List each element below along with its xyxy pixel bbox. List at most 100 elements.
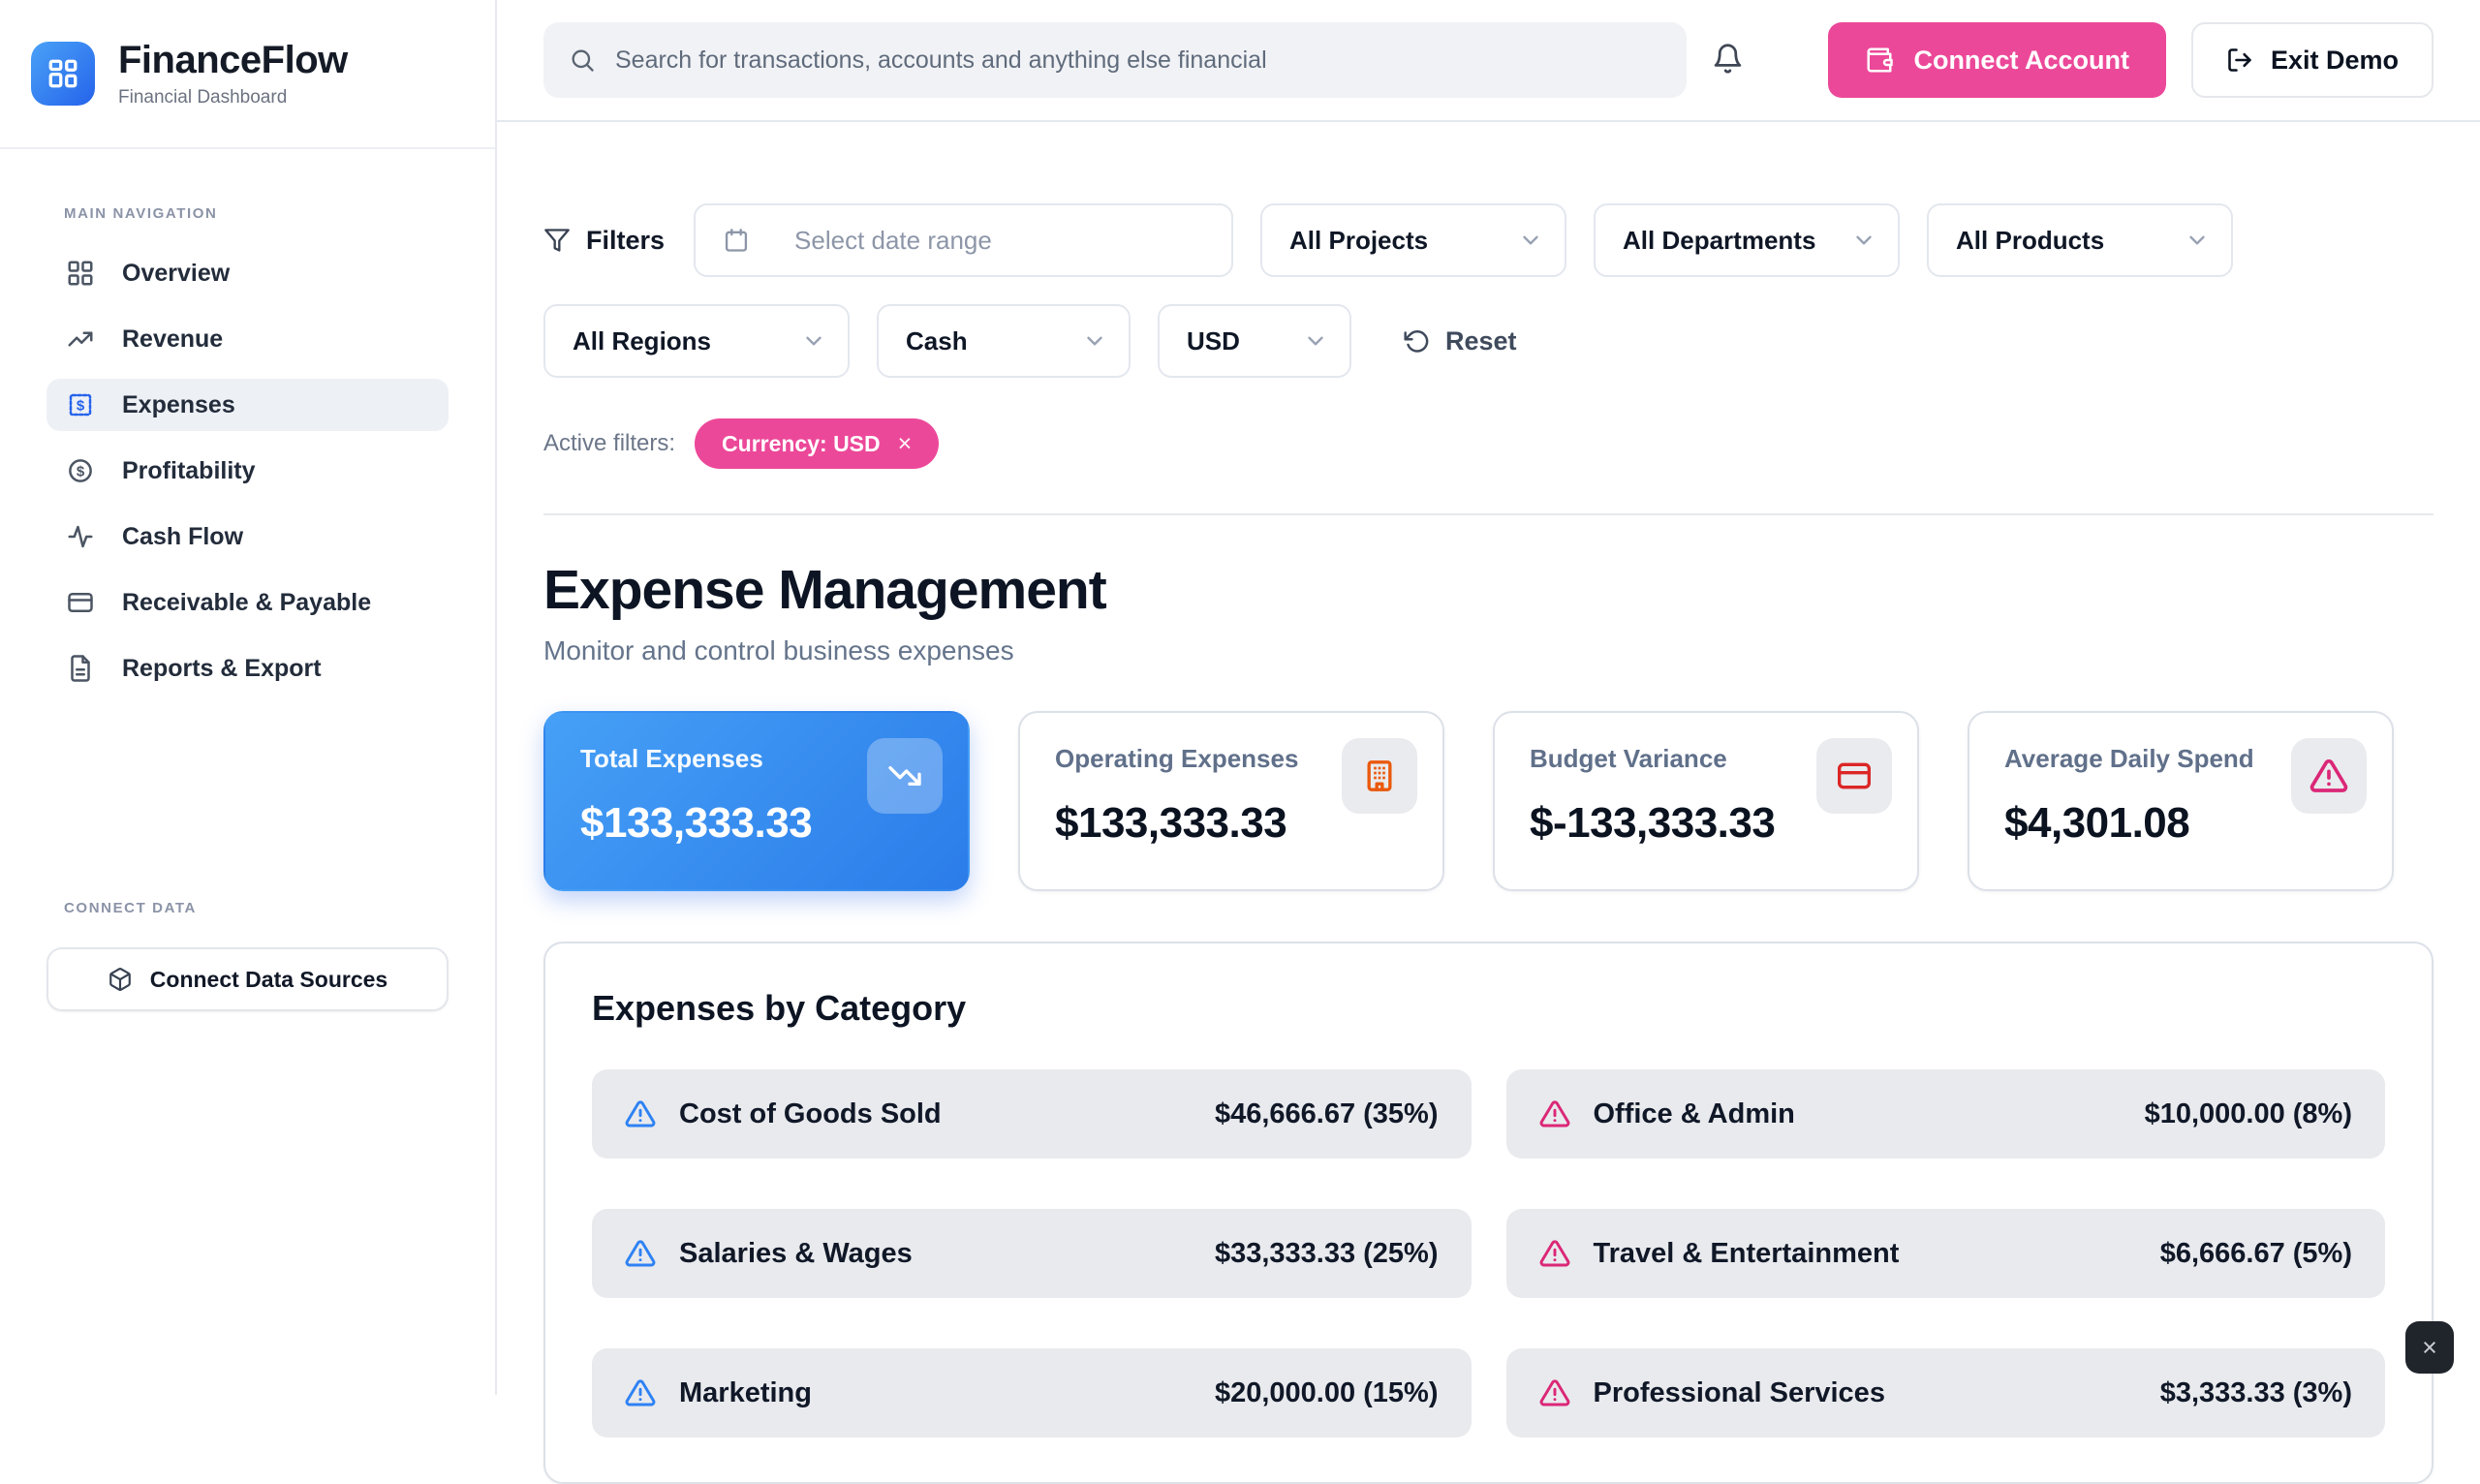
alert-triangle-icon — [625, 1377, 656, 1408]
alert-triangle-icon — [1539, 1098, 1570, 1129]
alert-triangle-icon — [1539, 1377, 1570, 1408]
nav-item-label: Cash Flow — [122, 523, 243, 551]
stat-card-icon — [2291, 738, 2367, 814]
page-subtitle: Monitor and control business expenses — [543, 635, 2434, 666]
filter-select-value: All Products — [1956, 226, 2104, 256]
filter-select-value: All Projects — [1289, 226, 1428, 256]
stat-card-icon — [867, 738, 943, 814]
category-name: Cost of Goods Sold — [679, 1098, 942, 1130]
connect-data-sources-button[interactable]: Connect Data Sources — [46, 947, 449, 1011]
sidebar-item-expenses[interactable]: $ Expenses — [46, 379, 449, 431]
sidebar-item-reports-export[interactable]: Reports & Export — [46, 642, 449, 695]
nav-item-label: Receivable & Payable — [122, 589, 371, 617]
category-value: $10,000.00 (8%) — [2145, 1098, 2352, 1130]
filter-select-accounting-basis[interactable]: Cash — [877, 304, 1131, 378]
overlay-close-button[interactable]: × — [2405, 1321, 2454, 1374]
stat-card-icon — [1816, 738, 1892, 814]
filters-row-1: Filters Select date range All Projects A… — [543, 203, 2434, 277]
logout-icon — [2226, 46, 2253, 74]
nav-section-label: MAIN NAVIGATION — [64, 205, 495, 222]
sidebar-item-cash-flow[interactable]: Cash Flow — [46, 510, 449, 563]
category-value: $46,666.67 (35%) — [1215, 1098, 1439, 1130]
main-navigation: Overview Revenue $ Expenses $ Profitabil… — [0, 247, 495, 695]
stats-row: Total Expenses $133,333.33 Operating Exp… — [543, 711, 2434, 891]
nav-item-label: Expenses — [122, 391, 235, 419]
stat-card-operating-expenses[interactable]: Operating Expenses $133,333.33 — [1018, 711, 1444, 891]
sidebar-item-receivable-payable[interactable]: Receivable & Payable — [46, 576, 449, 629]
app-logo-text: FinanceFlow Financial Dashboard — [118, 39, 348, 108]
bell-icon — [1712, 43, 1744, 75]
chip-remove-icon[interactable]: × — [898, 430, 913, 458]
search-bar[interactable] — [543, 22, 1687, 98]
category-name: Office & Admin — [1594, 1098, 1795, 1130]
filters-row-2: All Regions Cash USD Reset — [543, 304, 2434, 378]
exit-demo-label: Exit Demo — [2271, 46, 2399, 76]
stat-card-budget-variance[interactable]: Budget Variance $-133,333.33 — [1493, 711, 1919, 891]
filter-select-currency[interactable]: USD — [1158, 304, 1351, 378]
filter-select-value: USD — [1187, 326, 1240, 356]
date-range-picker[interactable]: Select date range — [694, 203, 1233, 277]
filter-select-value: All Departments — [1623, 226, 1815, 256]
sidebar-item-overview[interactable]: Overview — [46, 247, 449, 299]
reset-label: Reset — [1445, 326, 1517, 356]
category-name: Professional Services — [1594, 1377, 1885, 1409]
app-logo: FinanceFlow Financial Dashboard — [0, 0, 495, 149]
logo-grid-icon — [46, 56, 80, 91]
connect-account-button[interactable]: Connect Account — [1828, 22, 2166, 98]
calendar-icon — [723, 227, 750, 254]
alert-triangle-icon — [625, 1098, 656, 1129]
connect-account-label: Connect Account — [1913, 46, 2129, 76]
nav-item-icon — [66, 325, 95, 354]
filters-title: Filters — [543, 226, 665, 256]
category-value: $33,333.33 (25%) — [1215, 1238, 1439, 1270]
date-range-placeholder: Select date range — [794, 226, 992, 256]
main-area: Connect Account Exit Demo Filters Select… — [497, 0, 2480, 1395]
alert-triangle-icon — [625, 1238, 656, 1269]
chevron-down-icon — [1851, 228, 1876, 253]
active-filters: Active filters: Currency: USD × — [543, 418, 2434, 469]
active-filter-chip-label: Currency: USD — [722, 431, 881, 457]
reset-filters-button[interactable]: Reset — [1404, 326, 1517, 356]
nav-item-icon: $ — [66, 456, 95, 485]
nav-item-label: Revenue — [122, 325, 223, 354]
reset-icon — [1404, 328, 1430, 355]
stat-card-average-daily-spend[interactable]: Average Daily Spend $4,301.08 — [1968, 711, 2394, 891]
active-filter-chip-currency[interactable]: Currency: USD × — [695, 418, 939, 469]
category-name: Marketing — [679, 1377, 812, 1409]
exit-demo-button[interactable]: Exit Demo — [2191, 22, 2434, 98]
active-filters-label: Active filters: — [543, 430, 675, 457]
svg-text:$: $ — [77, 463, 85, 479]
category-row-cost-of-goods-sold: Cost of Goods Sold $46,666.67 (35%) — [592, 1069, 1472, 1159]
search-input[interactable] — [615, 46, 1661, 75]
chevron-down-icon — [1518, 228, 1543, 253]
filters-title-label: Filters — [586, 226, 665, 256]
chevron-down-icon — [1303, 328, 1328, 354]
category-name: Salaries & Wages — [679, 1238, 913, 1270]
nav-item-icon: $ — [66, 390, 95, 419]
category-name: Travel & Entertainment — [1594, 1238, 1900, 1270]
filter-select-products[interactable]: All Products — [1927, 203, 2233, 277]
filter-select-projects[interactable]: All Projects — [1260, 203, 1566, 277]
nav-item-label: Profitability — [122, 457, 256, 485]
category-row-marketing: Marketing $20,000.00 (15%) — [592, 1348, 1472, 1438]
filter-select-departments[interactable]: All Departments — [1594, 203, 1900, 277]
filter-select-regions[interactable]: All Regions — [543, 304, 850, 378]
page-title: Expense Management — [543, 558, 2434, 622]
nav-item-icon — [66, 588, 95, 617]
svg-text:$: $ — [77, 397, 85, 414]
cube-icon — [108, 967, 133, 992]
category-card-title: Expenses by Category — [592, 988, 2385, 1029]
sidebar-item-profitability[interactable]: $ Profitability — [46, 445, 449, 497]
main-content: Filters Select date range All Projects A… — [497, 122, 2480, 1484]
wallet-icon — [1865, 46, 1894, 75]
category-row-professional-services: Professional Services $3,333.33 (3%) — [1506, 1348, 2386, 1438]
stat-card-total-expenses[interactable]: Total Expenses $133,333.33 — [543, 711, 970, 891]
app-tagline: Financial Dashboard — [118, 87, 348, 108]
section-divider — [543, 513, 2434, 515]
notifications-button[interactable] — [1712, 43, 1744, 77]
category-value: $20,000.00 (15%) — [1215, 1377, 1439, 1409]
chevron-down-icon — [801, 328, 826, 354]
nav-item-icon — [66, 522, 95, 551]
sidebar-item-revenue[interactable]: Revenue — [46, 313, 449, 365]
stat-card-icon — [1342, 738, 1417, 814]
